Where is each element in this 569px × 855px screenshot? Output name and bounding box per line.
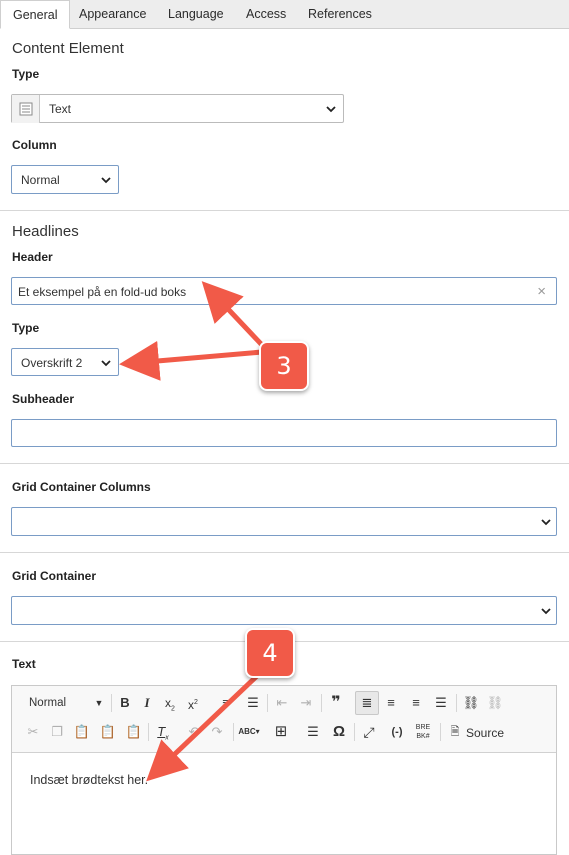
callout-badge-4: 4	[245, 628, 295, 678]
arrow-to-header	[201, 281, 264, 347]
arrow-to-type	[119, 340, 263, 381]
arrow-to-text	[146, 673, 260, 782]
annotation-arrows	[119, 281, 264, 782]
callout-badge-3: 3	[259, 341, 309, 391]
